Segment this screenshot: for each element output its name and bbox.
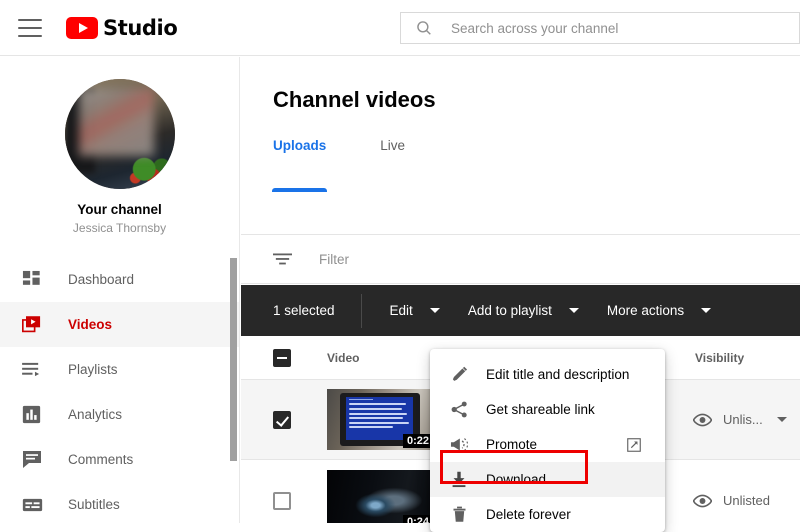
pencil-icon bbox=[448, 366, 470, 383]
tab-live[interactable]: Live bbox=[380, 135, 405, 175]
sidebar-item-label: Subtitles bbox=[68, 497, 120, 512]
subtitles-caption-icon bbox=[22, 497, 48, 513]
more-actions-label: More actions bbox=[606, 303, 685, 318]
thumbnail-text-line bbox=[349, 417, 404, 420]
sidebar-item-analytics[interactable]: Analytics bbox=[0, 392, 239, 437]
hamburger-line bbox=[18, 34, 42, 37]
external-link-icon bbox=[627, 437, 641, 452]
analytics-bar-chart-icon bbox=[22, 405, 48, 424]
hamburger-line bbox=[18, 18, 42, 21]
search-icon bbox=[415, 19, 433, 37]
sidebar-scrollbar-track[interactable] bbox=[230, 57, 238, 523]
video-duration: 0:22 bbox=[402, 434, 433, 448]
row-checkbox[interactable] bbox=[273, 491, 291, 510]
chevron-down-icon bbox=[429, 308, 440, 313]
edit-label: Edit bbox=[389, 303, 413, 318]
eye-icon bbox=[693, 413, 712, 427]
eye-icon bbox=[693, 494, 712, 508]
sidebar-item-label: Videos bbox=[68, 317, 113, 332]
tab-uploads[interactable]: Uploads bbox=[271, 135, 328, 192]
share-icon bbox=[448, 401, 470, 418]
left-sidebar: Your channel Jessica Thornsby Dashboard bbox=[0, 57, 240, 523]
video-duration: 0:24 bbox=[402, 515, 433, 523]
video-thumbnail[interactable]: 0:24 bbox=[327, 470, 435, 523]
thumbnail-text-line bbox=[349, 408, 402, 411]
dashboard-grid-icon bbox=[22, 270, 48, 289]
column-header-video: Video bbox=[327, 350, 360, 365]
chevron-down-icon bbox=[568, 308, 579, 313]
chevron-down-icon[interactable] bbox=[776, 417, 787, 422]
brand-label: Studio bbox=[103, 15, 178, 40]
sidebar-item-videos[interactable]: Videos bbox=[0, 302, 239, 347]
menu-item-label: Promote bbox=[486, 437, 538, 452]
filter-row: Filter bbox=[241, 235, 800, 284]
avatar-blur-overlay bbox=[78, 87, 154, 156]
filter-icon[interactable] bbox=[273, 252, 292, 266]
add-to-playlist-label: Add to playlist bbox=[467, 303, 552, 318]
menu-item-label: Download bbox=[486, 472, 547, 487]
visibility-cell[interactable]: Unlisted bbox=[693, 493, 770, 508]
filter-input-placeholder[interactable]: Filter bbox=[319, 252, 349, 267]
search-bar[interactable] bbox=[400, 12, 800, 44]
selected-count-label: 1 selected bbox=[241, 293, 362, 328]
sidebar-item-comments[interactable]: Comments bbox=[0, 437, 239, 482]
video-context-menu: Edit title and description Get shareable… bbox=[430, 349, 665, 532]
edit-dropdown-button[interactable]: Edit bbox=[390, 303, 440, 318]
thumbnail-text-line bbox=[349, 412, 408, 415]
search-input[interactable] bbox=[451, 13, 799, 43]
thumbnail-text-line bbox=[349, 426, 394, 429]
row-checkbox[interactable] bbox=[273, 410, 291, 429]
menu-item-label: Get shareable link bbox=[486, 402, 595, 417]
column-header-visibility: Visibility bbox=[695, 350, 745, 365]
visibility-cell[interactable]: Unlis... bbox=[693, 412, 787, 427]
sidebar-scrollbar-thumb[interactable] bbox=[230, 258, 237, 461]
sidebar-item-subtitles[interactable]: Subtitles bbox=[0, 482, 239, 523]
video-thumbnail[interactable]: 0:22 bbox=[327, 389, 435, 450]
youtube-studio-logo-link[interactable]: Studio bbox=[66, 15, 178, 40]
sidebar-nav: Dashboard Videos Playlists Analytics Com… bbox=[0, 257, 239, 523]
more-actions-dropdown-button[interactable]: More actions bbox=[606, 303, 712, 318]
comments-speech-bubble-icon bbox=[22, 450, 48, 469]
hamburger-line bbox=[18, 26, 42, 29]
selection-toolbar: 1 selected Edit Add to playlist More act… bbox=[241, 285, 800, 336]
sidebar-item-dashboard[interactable]: Dashboard bbox=[0, 257, 239, 302]
sidebar-item-label: Dashboard bbox=[68, 272, 135, 287]
thumbnail-screen-heading bbox=[349, 398, 373, 401]
page-title: Channel videos bbox=[273, 87, 436, 112]
channel-name: Jessica Thornsby bbox=[72, 221, 167, 235]
visibility-label: Unlis... bbox=[723, 412, 763, 427]
hamburger-menu-icon[interactable] bbox=[18, 18, 42, 37]
channel-title: Your channel bbox=[77, 202, 162, 217]
videos-stack-icon bbox=[22, 315, 48, 334]
sidebar-item-label: Playlists bbox=[68, 362, 118, 377]
channel-summary: Your channel Jessica Thornsby bbox=[0, 57, 239, 235]
youtube-play-logo-icon bbox=[66, 16, 98, 39]
playlist-lines-icon bbox=[22, 361, 48, 378]
menu-item-promote[interactable]: Promote bbox=[430, 427, 665, 462]
sidebar-item-playlists[interactable]: Playlists bbox=[0, 347, 239, 392]
menu-item-get-shareable-link[interactable]: Get shareable link bbox=[430, 392, 665, 427]
download-icon bbox=[448, 471, 470, 488]
play-triangle bbox=[78, 22, 88, 33]
avatar[interactable] bbox=[64, 79, 175, 189]
menu-item-delete-forever[interactable]: Delete forever bbox=[430, 497, 665, 532]
add-to-playlist-dropdown-button[interactable]: Add to playlist bbox=[468, 303, 579, 318]
sidebar-item-label: Comments bbox=[68, 452, 134, 467]
megaphone-icon bbox=[448, 436, 470, 453]
visibility-label: Unlisted bbox=[723, 493, 770, 508]
thumbnail-text-line bbox=[349, 421, 409, 424]
tab-bar: Uploads Live bbox=[241, 135, 800, 192]
menu-item-label: Delete forever bbox=[486, 507, 571, 522]
select-all-checkbox[interactable] bbox=[273, 348, 291, 367]
thumbnail-text-line bbox=[349, 403, 406, 406]
menu-item-label: Edit title and description bbox=[486, 367, 630, 382]
menu-item-download[interactable]: Download bbox=[430, 462, 665, 497]
chevron-down-icon bbox=[701, 308, 712, 313]
trash-icon bbox=[448, 506, 470, 523]
menu-item-edit-title-and-description[interactable]: Edit title and description bbox=[430, 357, 665, 392]
sidebar-item-label: Analytics bbox=[68, 407, 123, 422]
